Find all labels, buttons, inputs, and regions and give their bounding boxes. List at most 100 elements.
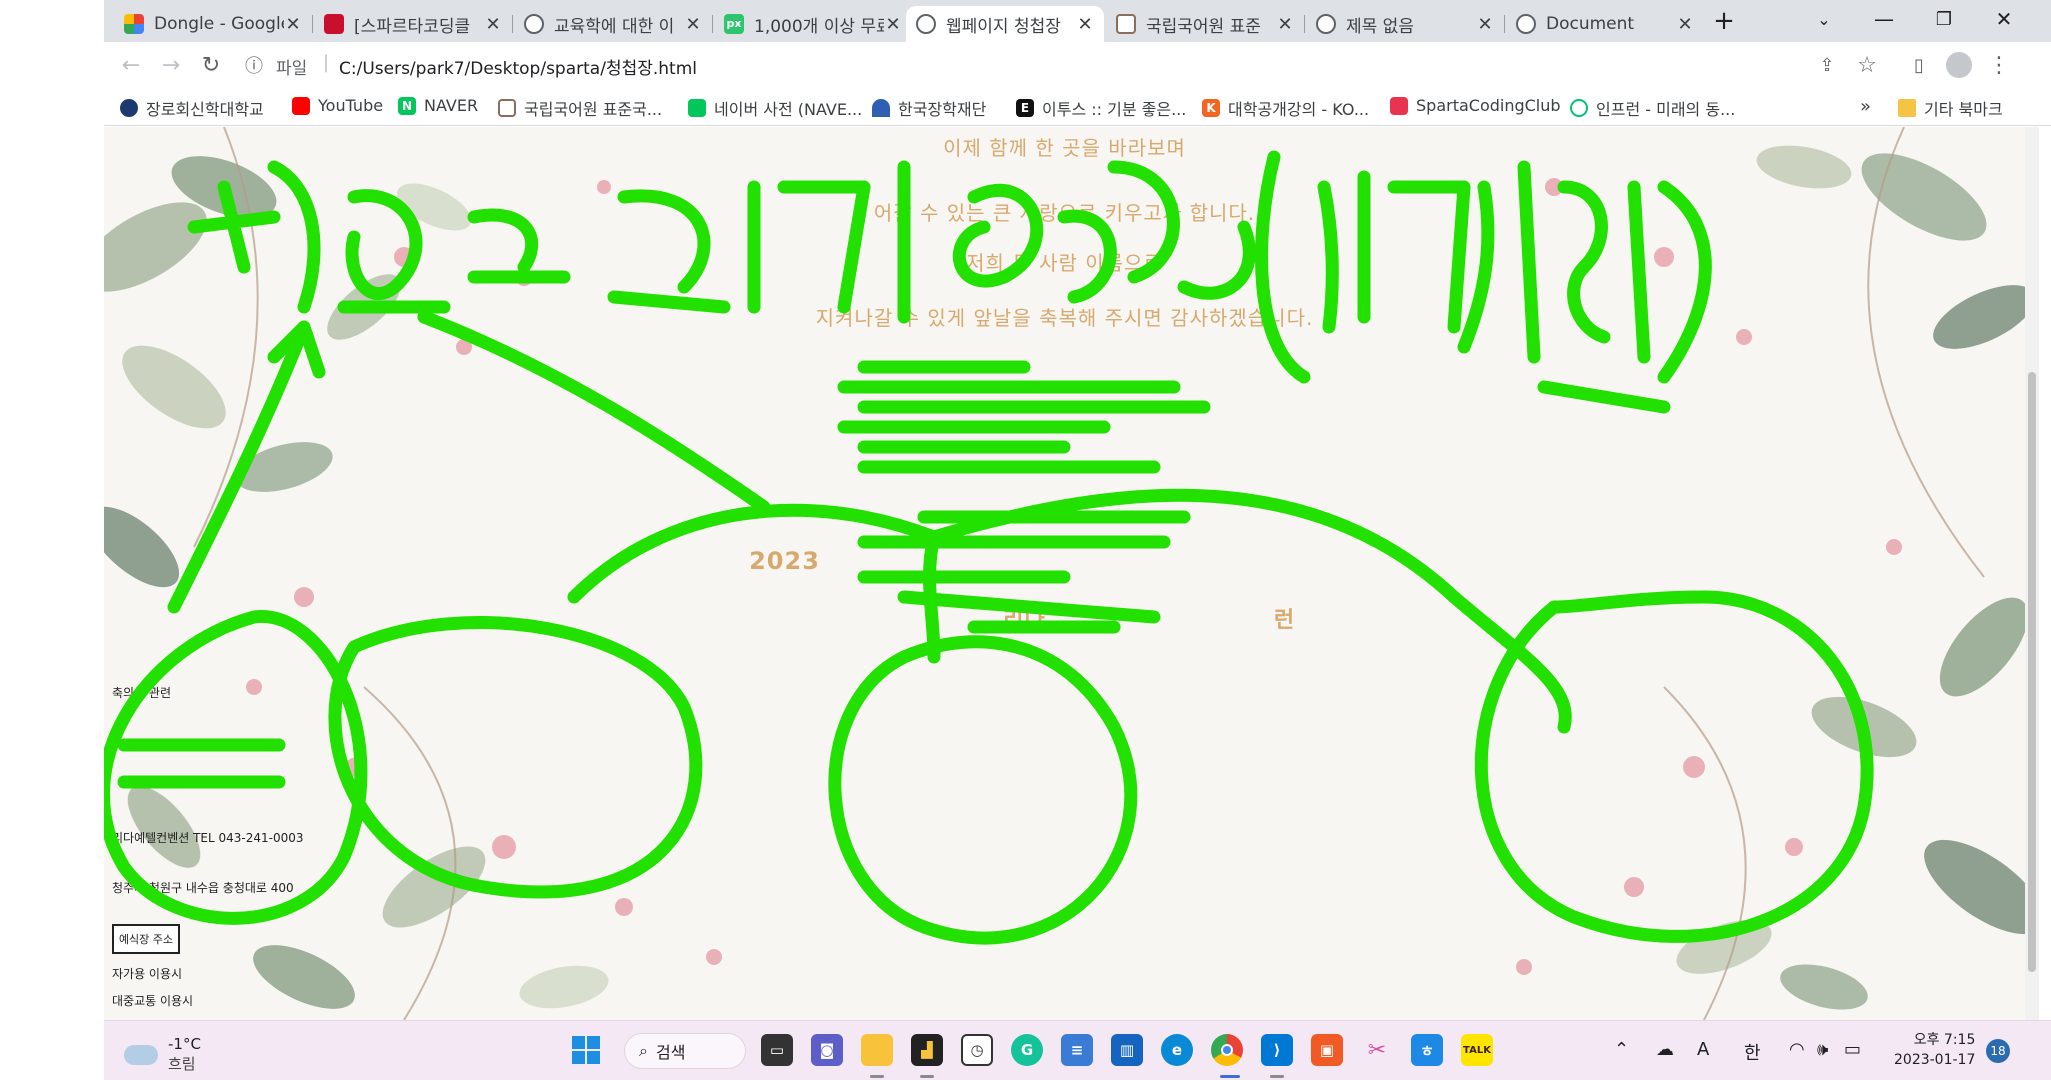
ime-mode-indicator[interactable]: A xyxy=(1697,1039,1709,1060)
tab-label: 교육학에 대한 이 xyxy=(554,16,675,37)
page-scrollbar[interactable] xyxy=(2025,127,2039,1020)
search-label: 검색 xyxy=(655,1043,686,1062)
hangul-icon[interactable]: ㅎ xyxy=(1411,1034,1443,1066)
clock-app-icon[interactable]: ◷ xyxy=(961,1034,993,1066)
bookmark-label: 장로회신학대학교 xyxy=(146,100,264,119)
battery-icon[interactable]: ▭ xyxy=(1844,1039,1861,1060)
tab-sparta[interactable]: [스파르타코딩클 ✕ xyxy=(314,6,513,42)
taskbar-search[interactable]: ⌕ 검색 xyxy=(624,1033,746,1069)
bookmark-item[interactable]: 인프런 - 미래의 동... xyxy=(1570,96,1735,120)
left-blank-strip xyxy=(0,0,104,1080)
grammarly-icon[interactable]: G xyxy=(1011,1034,1043,1066)
close-icon[interactable]: ✕ xyxy=(884,14,902,35)
naver-dictionary-icon xyxy=(688,99,706,117)
inflearn-icon xyxy=(1570,99,1588,117)
bookmark-item[interactable]: K 대학공개강의 - KO... xyxy=(1202,96,1369,120)
youtube-icon xyxy=(292,96,310,115)
close-icon[interactable]: ✕ xyxy=(284,14,302,35)
tab-label: 1,000개 이상 무료 xyxy=(754,16,884,37)
tab-label: Document xyxy=(1546,14,1635,34)
more-bookmarks-chevron-icon[interactable]: » xyxy=(1860,96,1871,117)
onedrive-cloud-icon[interactable]: ☁ xyxy=(1656,1039,1674,1060)
vscode-icon[interactable]: ⟩ xyxy=(1261,1034,1293,1066)
tab-korean-institute[interactable]: 국립국어원 표준 ✕ xyxy=(1106,6,1305,42)
bookmark-item[interactable]: N NAVER xyxy=(398,96,478,115)
bookmark-item[interactable]: 장로회신학대학교 xyxy=(120,96,264,120)
scribble-arrow xyxy=(167,320,326,614)
tab-search-chevron-icon[interactable]: ⌄ xyxy=(1794,0,1854,38)
weather-widget[interactable]: -1°C 흐림 xyxy=(124,1035,201,1074)
bookmark-label: YouTube xyxy=(318,96,384,115)
wifi-icon[interactable]: ◠ xyxy=(1789,1039,1805,1060)
profile-avatar[interactable] xyxy=(1944,50,1974,80)
bookmark-star-icon[interactable]: ☆ xyxy=(1852,50,1882,80)
teams-chat-icon[interactable]: ◙ xyxy=(811,1034,843,1066)
notepad-icon[interactable]: ≡ xyxy=(1061,1034,1093,1066)
tab-wedding-invite[interactable]: 웹페이지 청첩장 ✕ xyxy=(906,6,1104,42)
scribble-annotation xyxy=(104,150,1874,945)
snipping-tool-icon[interactable]: ✂ xyxy=(1361,1034,1393,1066)
tab-untitled[interactable]: 제목 없음 ✕ xyxy=(1306,6,1505,42)
url-divider: | xyxy=(323,52,330,73)
close-icon[interactable]: ✕ xyxy=(1676,14,1694,35)
edge-icon[interactable]: e xyxy=(1161,1034,1193,1066)
chrome-icon[interactable] xyxy=(1211,1034,1243,1066)
minimize-button[interactable]: — xyxy=(1854,0,1914,38)
address-bar[interactable]: ⓘ 파일 | C:/Users/park7/Desktop/sparta/청첩장… xyxy=(239,48,1964,82)
close-icon[interactable]: ✕ xyxy=(1076,14,1094,35)
bookmark-item[interactable]: E 이투스 :: 기분 좋은... xyxy=(1016,96,1186,120)
close-window-button[interactable]: ✕ xyxy=(1974,0,2034,38)
share-icon[interactable]: ⇪ xyxy=(1812,50,1842,80)
bookmark-label: 국립국어원 표준국... xyxy=(524,100,663,119)
globe-icon xyxy=(1316,14,1336,34)
bookmark-label: 네이버 사전 (NAVE... xyxy=(714,100,863,119)
file-explorer-icon[interactable] xyxy=(861,1034,893,1066)
side-panel-icon[interactable]: ▯ xyxy=(1904,50,1934,80)
tab-pixabay[interactable]: px 1,000개 이상 무료 ✕ xyxy=(714,6,913,42)
bookmark-label: 이투스 :: 기분 좋은... xyxy=(1042,100,1187,119)
kakaotalk-icon[interactable]: TALK xyxy=(1461,1034,1493,1066)
forward-button[interactable]: → xyxy=(156,50,186,80)
reload-button[interactable]: ↻ xyxy=(196,50,226,80)
sticky-notes-icon[interactable]: ▟ xyxy=(911,1034,943,1066)
search-icon: ⌕ xyxy=(639,1041,648,1060)
volume-icon[interactable]: 🕪 xyxy=(1817,1039,1828,1060)
back-button[interactable]: ← xyxy=(116,50,146,80)
browser-toolbar: ← → ↻ ⓘ 파일 | C:/Users/park7/Desktop/spar… xyxy=(104,42,2051,88)
close-icon[interactable]: ✕ xyxy=(1476,14,1494,35)
bookmark-item[interactable]: 국립국어원 표준국... xyxy=(498,96,662,120)
bookmark-item[interactable]: SpartaCodingClub xyxy=(1390,96,1561,115)
scribble-right-loop xyxy=(1474,590,1874,943)
other-bookmarks-folder[interactable]: 기타 북마크 xyxy=(1898,96,2003,120)
ime-language-indicator[interactable]: 한 xyxy=(1744,1039,1761,1065)
task-view-icon[interactable]: ▭ xyxy=(761,1034,793,1066)
office-app-icon[interactable]: ▣ xyxy=(1311,1034,1343,1066)
restore-button[interactable]: ❐ xyxy=(1914,0,1974,38)
close-icon[interactable]: ✕ xyxy=(1276,14,1294,35)
windows-start-icon[interactable] xyxy=(570,1034,602,1066)
tab-document[interactable]: Document ✕ xyxy=(1506,6,1704,42)
info-icon[interactable]: ⓘ xyxy=(239,50,269,80)
close-icon[interactable]: ✕ xyxy=(684,14,702,35)
bookmark-item[interactable]: 네이버 사전 (NAVE... xyxy=(688,96,862,120)
bookmark-item[interactable]: 한국장학재단 xyxy=(872,96,986,120)
naver-icon: N xyxy=(398,96,416,115)
tab-label: 국립국어원 표준 xyxy=(1146,16,1261,37)
university-icon xyxy=(120,99,138,117)
scrollbar-thumb[interactable] xyxy=(2028,372,2036,972)
tab-dongle[interactable]: Dongle - Google ✕ xyxy=(114,6,313,42)
menu-kebab-icon[interactable]: ⋮ xyxy=(1984,50,2014,80)
globe-icon xyxy=(916,14,936,34)
tab-education[interactable]: 교육학에 대한 이 ✕ xyxy=(514,6,713,42)
tray-chevron-up-icon[interactable]: ⌃ xyxy=(1614,1039,1629,1060)
weather-temperature: -1°C xyxy=(168,1035,201,1053)
bookmark-label: SpartaCodingClub xyxy=(1416,96,1561,115)
new-tab-button[interactable]: + xyxy=(1709,6,1739,36)
close-icon[interactable]: ✕ xyxy=(484,14,502,35)
reader-app-icon[interactable]: ▥ xyxy=(1111,1034,1143,1066)
tab-label: Dongle - Google xyxy=(154,14,284,34)
notification-badge[interactable]: 18 xyxy=(1986,1039,2010,1063)
url-text[interactable]: C:/Users/park7/Desktop/sparta/청첩장.html xyxy=(339,54,697,79)
bookmark-item[interactable]: YouTube xyxy=(292,96,383,115)
clock[interactable]: 오후 7:15 2023-01-17 xyxy=(1894,1030,1975,1070)
